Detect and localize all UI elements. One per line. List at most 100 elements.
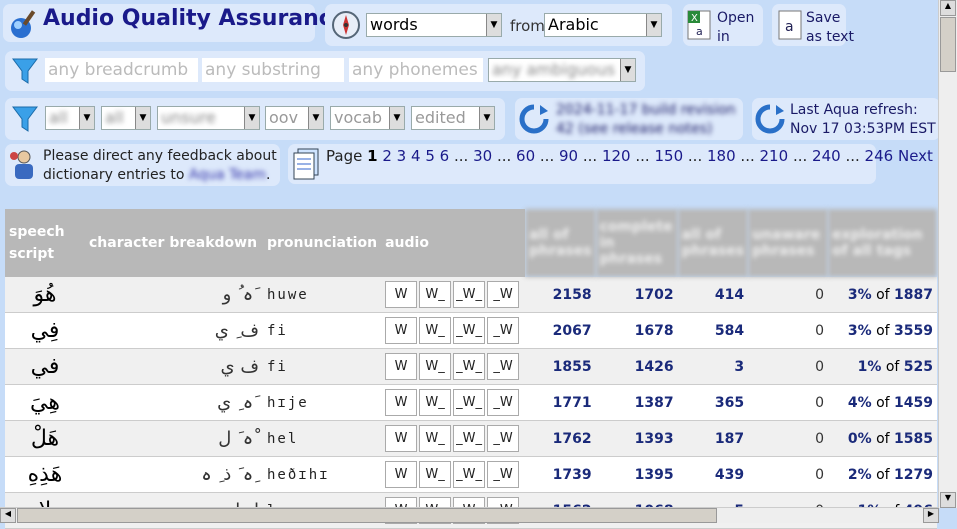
play-audio-button[interactable]: _W_: [453, 389, 486, 416]
speech-script-cell[interactable]: هِيَ: [5, 384, 85, 421]
phonemes-filter-input[interactable]: any phonemes: [349, 58, 483, 82]
page-link[interactable]: 150: [654, 147, 683, 165]
page-link[interactable]: 210: [760, 147, 789, 165]
stat-2-cell[interactable]: 1393: [595, 420, 678, 457]
total-value[interactable]: 525: [904, 359, 933, 375]
speech-script-cell[interactable]: هَذِهِ: [5, 456, 85, 493]
play-audio-button[interactable]: W: [385, 281, 418, 308]
col-stat-1[interactable]: all of phrases: [525, 209, 596, 277]
page-link[interactable]: 240: [812, 147, 841, 165]
language-select[interactable]: Arabic ▼: [544, 13, 662, 37]
stat-3-cell[interactable]: 187: [677, 420, 749, 457]
play-audio-button[interactable]: _W: [487, 425, 520, 452]
speech-script-cell[interactable]: في: [5, 348, 85, 385]
col-character-breakdown[interactable]: character breakdown: [85, 209, 263, 277]
stat-3-cell[interactable]: 365: [677, 384, 749, 421]
stat-1-cell[interactable]: 1739: [525, 456, 596, 493]
play-audio-button[interactable]: _W_: [453, 317, 486, 344]
total-value[interactable]: 3559: [894, 323, 933, 339]
next-page-link[interactable]: Next: [898, 147, 933, 165]
text-file-icon[interactable]: a: [777, 9, 803, 45]
compass-icon[interactable]: [331, 10, 361, 44]
excel-icon[interactable]: Xa: [686, 9, 712, 45]
page-link[interactable]: 60: [516, 147, 535, 165]
stat-2-cell[interactable]: 1678: [595, 312, 678, 349]
play-audio-button[interactable]: W_: [419, 281, 452, 308]
stat-3-cell[interactable]: 3: [677, 348, 749, 385]
col-stat-5[interactable]: exploration of all tags: [828, 209, 937, 277]
scroll-up-button[interactable]: ▲: [940, 0, 956, 16]
play-audio-button[interactable]: W_: [419, 353, 452, 380]
breadcrumb-filter-input[interactable]: any breadcrumb: [45, 58, 198, 82]
edited-select[interactable]: edited ▼: [411, 106, 495, 130]
speech-script-cell[interactable]: هُوَ: [5, 277, 85, 313]
stat-1-cell[interactable]: 1855: [525, 348, 596, 385]
last-refresh-icon[interactable]: [754, 103, 786, 139]
horizontal-scrollbar[interactable]: ◀ ▶: [0, 507, 939, 523]
scroll-down-button[interactable]: ▼: [940, 492, 956, 508]
stat-3-cell[interactable]: 584: [677, 312, 749, 349]
filter-select-1[interactable]: all ▼: [45, 106, 95, 130]
play-audio-button[interactable]: W: [385, 425, 418, 452]
speech-script-cell[interactable]: فِي: [5, 312, 85, 349]
play-audio-button[interactable]: _W_: [453, 425, 486, 452]
scroll-left-button[interactable]: ◀: [0, 508, 16, 523]
col-stat-3[interactable]: all of phrases: [677, 209, 749, 277]
horizontal-scroll-thumb[interactable]: [17, 508, 717, 523]
scroll-right-button[interactable]: ▶: [923, 508, 939, 523]
play-audio-button[interactable]: W_: [419, 317, 452, 344]
col-stat-4[interactable]: unaware phrases: [748, 209, 829, 277]
oov-select[interactable]: oov ▼: [265, 106, 324, 130]
page-link[interactable]: 90: [559, 147, 578, 165]
stat-2-cell[interactable]: 1426: [595, 348, 678, 385]
open-excel-link[interactable]: Open in Excel: [717, 9, 767, 47]
stat-3-cell[interactable]: 414: [677, 277, 749, 313]
play-audio-button[interactable]: _W: [487, 389, 520, 416]
stat-3-cell[interactable]: 439: [677, 456, 749, 493]
play-audio-button[interactable]: _W_: [453, 461, 486, 488]
page-link[interactable]: 5: [425, 147, 435, 165]
filter-select-3[interactable]: unsure ▼: [157, 106, 260, 130]
stat-2-cell[interactable]: 1702: [595, 277, 678, 313]
page-link[interactable]: 6: [440, 147, 450, 165]
page-link[interactable]: 246: [865, 147, 894, 165]
stat-1-cell[interactable]: 2158: [525, 277, 596, 313]
play-audio-button[interactable]: W: [385, 317, 418, 344]
ambiguous-filter-select[interactable]: any ambiguous ▼: [488, 58, 636, 82]
search-mode-select[interactable]: words ▼: [366, 13, 502, 37]
total-value[interactable]: 1887: [894, 287, 933, 303]
vertical-scroll-thumb[interactable]: [940, 17, 956, 72]
stat-1-cell[interactable]: 1771: [525, 384, 596, 421]
stat-1-cell[interactable]: 1762: [525, 420, 596, 457]
substring-filter-input[interactable]: any substring: [202, 58, 344, 82]
save-text-link[interactable]: Save as text: [806, 9, 856, 47]
page-link[interactable]: 2: [382, 147, 392, 165]
play-audio-button[interactable]: _W: [487, 281, 520, 308]
speech-script-cell[interactable]: هَلْ: [5, 420, 85, 457]
play-audio-button[interactable]: W: [385, 389, 418, 416]
page-link[interactable]: 3: [397, 147, 407, 165]
filter-select-2[interactable]: all ▼: [101, 106, 151, 130]
play-audio-button[interactable]: W_: [419, 389, 452, 416]
page-link[interactable]: 30: [473, 147, 492, 165]
play-audio-button[interactable]: W_: [419, 461, 452, 488]
total-value[interactable]: 1279: [894, 467, 933, 483]
total-value[interactable]: 1585: [894, 431, 933, 447]
play-audio-button[interactable]: W: [385, 461, 418, 488]
refresh-icon[interactable]: [518, 103, 550, 139]
page-link[interactable]: 180: [707, 147, 736, 165]
col-pronunciation[interactable]: pronunciation: [263, 209, 382, 277]
stat-2-cell[interactable]: 1387: [595, 384, 678, 421]
feedback-contact-link[interactable]: Aqua Team: [189, 167, 266, 183]
page-link[interactable]: 4: [411, 147, 421, 165]
vertical-scrollbar[interactable]: ▲ ▼: [938, 0, 957, 508]
vocab-select[interactable]: vocab ▼: [330, 106, 405, 130]
play-audio-button[interactable]: _W: [487, 317, 520, 344]
play-audio-button[interactable]: W: [385, 353, 418, 380]
total-value[interactable]: 1459: [894, 395, 933, 411]
play-audio-button[interactable]: _W_: [453, 281, 486, 308]
play-audio-button[interactable]: _W_: [453, 353, 486, 380]
play-audio-button[interactable]: W_: [419, 425, 452, 452]
stat-2-cell[interactable]: 1395: [595, 456, 678, 493]
col-speech-script[interactable]: speech script: [5, 209, 85, 277]
